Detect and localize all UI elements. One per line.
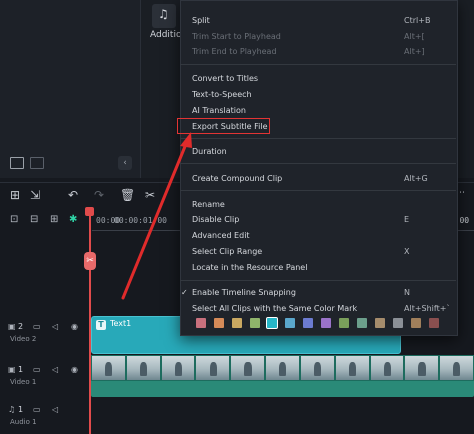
volume-icon[interactable]: ◁ — [52, 365, 58, 374]
menu-separator — [180, 280, 456, 281]
link-icon[interactable]: ⊟ — [30, 214, 38, 225]
menu-item-split[interactable]: Split — [192, 16, 210, 25]
menu-item-duration[interactable]: Duration — [192, 147, 227, 156]
volume-icon[interactable]: ◁ — [52, 322, 58, 331]
ruler-timecode: 00:00:01:00 — [114, 216, 167, 225]
video-frame — [335, 356, 369, 380]
video-frame — [231, 356, 265, 380]
cut-icon[interactable]: ✂ — [145, 188, 155, 202]
folder-icon[interactable]: ▭ — [33, 365, 41, 374]
shortcut: Alt+[ — [404, 32, 425, 41]
menu-item-trim-start[interactable]: Trim Start to Playhead — [192, 32, 281, 41]
shortcut: E — [404, 215, 410, 224]
video-frame — [370, 356, 404, 380]
shortcut: Alt+G — [404, 174, 428, 183]
menu-item-text-to-speech[interactable]: Text-to-Speech — [192, 90, 252, 99]
color-swatch[interactable] — [321, 318, 331, 328]
track-header-audio-1[interactable]: ♫ 1 ▭ ◁ Audio 1 — [0, 405, 88, 426]
new-folder-icon[interactable] — [10, 157, 24, 169]
folder-icon[interactable]: ▭ — [33, 405, 41, 414]
shortcut: Alt+] — [404, 47, 425, 56]
menu-item-disable-clip[interactable]: Disable Clip — [192, 215, 239, 224]
check-icon: ✓ — [181, 288, 188, 297]
color-swatch[interactable] — [393, 318, 403, 328]
video-thumbnails — [91, 355, 474, 381]
menu-item-trim-end[interactable]: Trim End to Playhead — [192, 47, 277, 56]
eye-icon[interactable]: ◉ — [71, 365, 78, 374]
video-clip[interactable] — [91, 355, 474, 397]
color-swatch[interactable] — [375, 318, 385, 328]
video-frame — [266, 356, 299, 380]
folder-icon[interactable]: ▭ — [33, 322, 41, 331]
title-clip-name: Text1 — [110, 319, 132, 328]
folder-icon[interactable] — [30, 157, 44, 169]
color-swatch[interactable] — [285, 318, 295, 328]
video-frame — [161, 356, 195, 380]
track-settings-icon[interactable]: ⊞ — [50, 214, 58, 225]
shortcut: X — [404, 247, 410, 256]
redo-icon[interactable]: ↷ — [94, 188, 104, 202]
text-icon: T — [96, 320, 106, 330]
video-frame — [196, 356, 230, 380]
color-swatch[interactable] — [411, 318, 421, 328]
menu-item-rename[interactable]: Rename — [192, 200, 225, 209]
playhead-handle[interactable] — [85, 207, 94, 216]
color-swatch[interactable] — [196, 318, 206, 328]
color-swatch[interactable] — [357, 318, 367, 328]
color-swatch[interactable] — [250, 318, 260, 328]
eye-icon[interactable]: ◉ — [71, 322, 78, 331]
video-frame — [405, 356, 439, 380]
highlight-box — [177, 118, 270, 134]
color-swatch[interactable] — [339, 318, 349, 328]
track-header-video-1[interactable]: ▣ 1 ▭ ◁ ◉ Video 1 — [0, 365, 88, 386]
add-track-icon[interactable]: ⊡ — [10, 214, 18, 225]
grid-icon[interactable]: ⊞ — [10, 188, 20, 202]
shortcut: Ctrl+B — [404, 16, 431, 25]
undo-icon[interactable]: ↶ — [68, 188, 78, 202]
menu-item-advanced-edit[interactable]: Advanced Edit — [192, 231, 250, 240]
menu-item-ai-translation[interactable]: AI Translation — [192, 106, 246, 115]
video-frame — [300, 356, 334, 380]
menu-item-locate-resource[interactable]: Locate in the Resource Panel — [192, 263, 307, 272]
color-swatch[interactable] — [214, 318, 224, 328]
audio-tile[interactable]: ♫ — [152, 4, 176, 28]
menu-item-convert-to-titles[interactable]: Convert to Titles — [192, 74, 258, 83]
menu-item-select-same-color[interactable]: Select All Clips with the Same Color Mar… — [192, 304, 357, 313]
shortcut: Alt+Shift+` — [404, 304, 451, 313]
menu-item-enable-snapping[interactable]: Enable Timeline Snapping — [192, 288, 296, 297]
music-note-icon: ♫ — [158, 7, 169, 21]
menu-separator — [180, 64, 456, 65]
playhead-scissor-icon[interactable]: ✂ — [84, 252, 96, 270]
music-note-icon: ♫ — [8, 405, 16, 414]
menu-separator — [180, 190, 456, 191]
color-swatch[interactable] — [303, 318, 313, 328]
menu-item-create-compound-clip[interactable]: Create Compound Clip — [192, 174, 282, 183]
menu-item-select-clip-range[interactable]: Select Clip Range — [192, 247, 262, 256]
volume-icon[interactable]: ◁ — [52, 405, 58, 414]
collapse-panel-button[interactable]: ‹ — [118, 156, 132, 170]
color-swatch[interactable] — [429, 318, 439, 328]
video-frame — [440, 356, 473, 380]
track-header-video-2[interactable]: ▣ 2 ▭ ◁ ◉ Video 2 — [0, 322, 88, 343]
color-swatch[interactable] — [232, 318, 242, 328]
delete-icon[interactable]: 🗑 — [120, 188, 135, 202]
shortcut: N — [404, 288, 410, 297]
film-icon: ▣ — [8, 322, 16, 331]
film-icon: ▣ — [8, 365, 16, 374]
media-library-panel — [0, 0, 141, 178]
video-frame — [92, 356, 125, 380]
select-icon[interactable]: ⇲ — [30, 188, 40, 202]
playhead-line[interactable] — [89, 214, 91, 434]
menu-separator — [180, 163, 456, 164]
color-swatch-selected[interactable] — [266, 317, 278, 329]
snap-icon[interactable]: ✱ — [69, 214, 77, 225]
menu-separator — [180, 138, 456, 139]
video-frame — [126, 356, 160, 380]
